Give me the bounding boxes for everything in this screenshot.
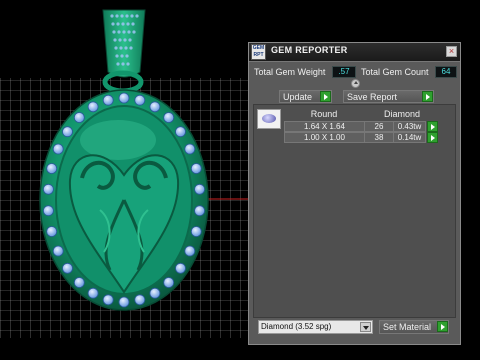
round-gem-icon[interactable] [257,109,281,129]
set-gem [149,101,161,113]
set-gem [149,287,161,299]
gem-reporter-logo: GEM RPT [251,44,266,60]
set-gem [190,163,202,174]
set-gem [62,126,73,138]
set-gem [52,143,64,155]
set-gem [102,94,114,106]
panel-titlebar[interactable]: GEM RPT GEM REPORTER × [249,43,460,62]
panel-title: GEM REPORTER [271,45,348,55]
set-gem [87,287,99,299]
total-gem-count-value: 64 [435,66,457,78]
set-gem [163,277,175,288]
collapse-icon[interactable] [351,79,360,88]
set-gem [184,245,196,257]
save-report-arrow-icon [422,91,433,102]
total-gem-weight-label: Total Gem Weight [254,67,326,77]
set-gem [52,245,64,257]
set-material-button[interactable]: Set Material [379,320,449,334]
gem-count: 26 [364,121,394,132]
gem-size: 1.64 X 1.64 [284,121,365,132]
total-gem-count-label: Total Gem Count [361,67,429,77]
set-gem [134,94,146,106]
set-gem [194,183,206,195]
set-gem [43,183,54,195]
set-material-button-label: Set Material [383,322,432,332]
set-gem [175,262,186,274]
set-gem [73,277,85,288]
column-header-diamond: Diamond [383,109,421,119]
close-icon[interactable]: × [446,46,457,57]
set-gem [102,294,114,306]
material-select-value: Diamond (3.52 spg) [261,322,332,331]
column-header-round: Round [310,109,338,119]
gem-reporter-panel: GEM RPT GEM REPORTER × Total Gem Weight … [248,42,461,345]
chevron-down-icon[interactable] [360,322,371,332]
update-arrow-icon [320,91,331,102]
set-gem [87,101,99,113]
save-report-button-label: Save Report [347,92,398,102]
set-material-arrow-icon [437,321,448,332]
gem-weight: 0.43tw [393,121,426,132]
row-arrow-icon[interactable] [427,132,438,143]
set-gem [118,92,130,104]
material-select[interactable]: Diamond (3.52 spg) [258,320,373,334]
set-gem [194,205,206,217]
set-gem [190,226,202,237]
gem-count: 38 [364,132,394,143]
gem-list: Round Diamond 1.64 X 1.64 26 0.43tw 1.00… [253,104,456,318]
update-button[interactable]: Update [279,90,332,103]
set-gem [46,163,58,174]
save-report-button[interactable]: Save Report [343,90,434,103]
set-gem [62,262,73,274]
set-gem [184,143,196,155]
set-gem [118,296,130,308]
gem-size: 1.00 X 1.00 [284,132,365,143]
gem-weight: 0.14tw [393,132,426,143]
set-gem [73,112,85,123]
set-gem [163,112,175,123]
set-gem [43,205,54,217]
update-button-label: Update [283,92,313,102]
set-gem [46,226,58,237]
total-gem-weight-value: .57 [332,66,356,78]
set-gem [134,294,146,306]
row-arrow-icon[interactable] [427,121,438,132]
set-gem [175,126,186,138]
